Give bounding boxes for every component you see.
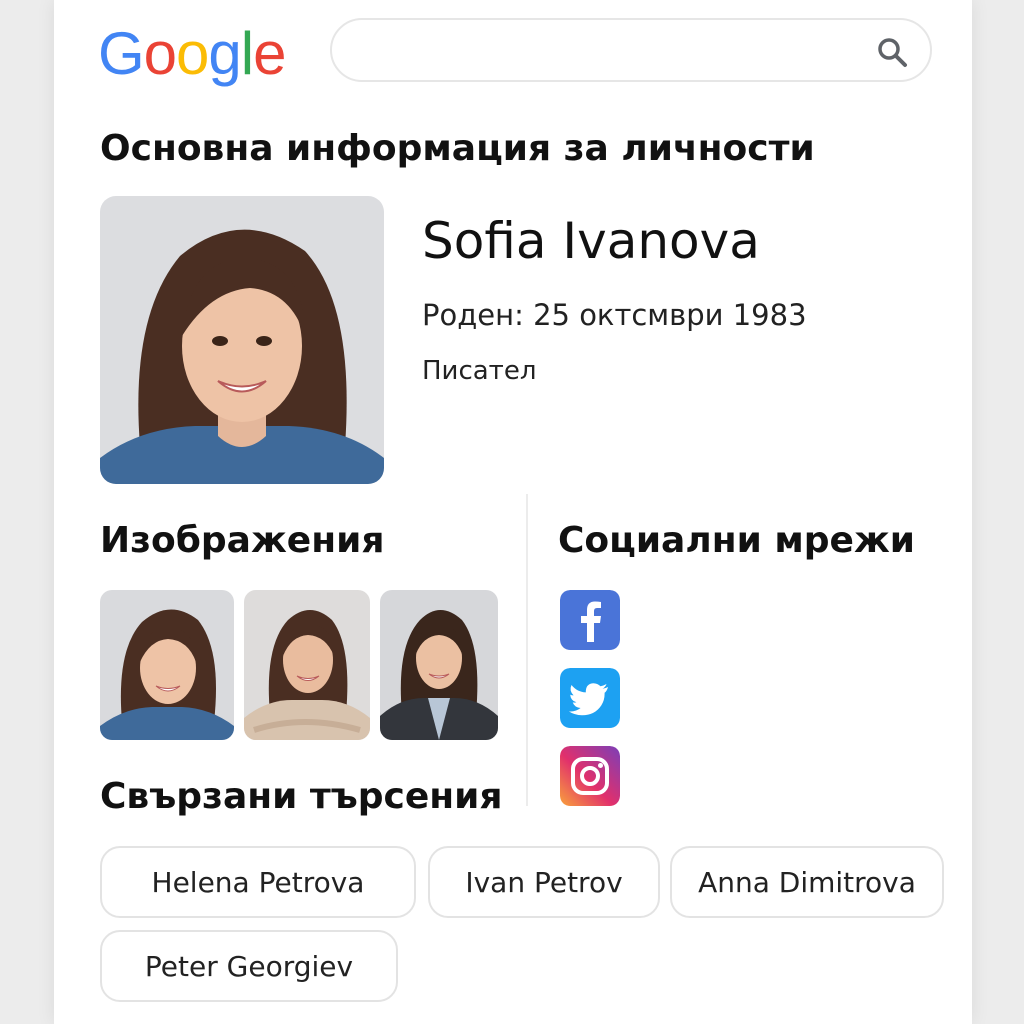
search-box[interactable]	[330, 18, 932, 82]
twitter-icon[interactable]	[560, 668, 620, 728]
related-search-chip[interactable]: Peter Georgiev	[100, 930, 398, 1002]
logo-letter: e	[253, 20, 286, 87]
image-thumbnail[interactable]	[380, 590, 498, 740]
related-search-chip[interactable]: Anna Dimitrova	[670, 846, 944, 918]
related-search-chip[interactable]: Helena Petrova	[100, 846, 416, 918]
instagram-icon[interactable]	[560, 746, 620, 806]
logo-letter: l	[240, 20, 254, 87]
section-title: Основна информация за личности	[100, 128, 815, 169]
related-search-chip[interactable]: Ivan Petrov	[428, 846, 660, 918]
person-name: Sofia Ivanova	[422, 212, 760, 270]
facebook-icon[interactable]	[560, 590, 620, 650]
related-searches-title: Свързани търсения	[100, 776, 503, 817]
logo-letter: o	[143, 20, 177, 87]
column-divider	[526, 494, 528, 806]
logo-letter: g	[208, 20, 241, 87]
image-thumbnail[interactable]	[100, 590, 234, 740]
search-input[interactable]	[356, 34, 860, 68]
google-logo[interactable]: Google	[98, 12, 287, 96]
logo-letter: o	[176, 20, 209, 87]
search-icon[interactable]	[874, 34, 910, 70]
search-results-page: Google Основна информация за личности So…	[54, 0, 972, 1024]
birth-date: Роден: 25 октсмври 1983	[422, 298, 807, 332]
occupation: Писател	[422, 356, 537, 386]
profile-photo[interactable]	[100, 196, 384, 484]
logo-letter: G	[98, 20, 145, 87]
social-section-title: Социални мрежи	[558, 520, 916, 561]
images-section-title: Изображения	[100, 520, 385, 561]
image-thumbnail[interactable]	[244, 590, 370, 740]
